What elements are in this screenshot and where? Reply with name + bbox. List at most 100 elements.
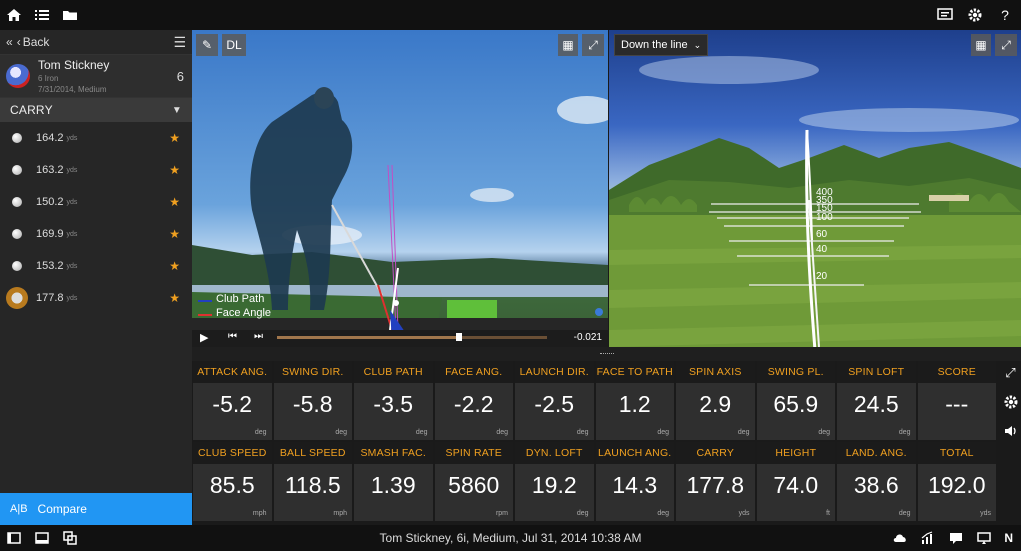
range-scene <box>609 56 1021 347</box>
metric-tile[interactable]: CLUB PATH -3.5 deg <box>354 361 433 440</box>
screen-share-icon[interactable] <box>976 530 992 546</box>
hamburger-menu-icon[interactable]: ☰ <box>173 34 186 51</box>
grid-layout-icon[interactable]: ▦ <box>971 34 991 56</box>
sidebar: « ‹ Back ☰ Tom Stickney 6 Iron 7/31/2014,… <box>0 30 192 525</box>
home-icon[interactable] <box>6 7 22 23</box>
session-status-text: Tom Stickney, 6i, Medium, Jul 31, 2014 1… <box>379 531 642 545</box>
fullscreen-icon[interactable]: ⤢ <box>582 34 604 56</box>
list-item[interactable]: 153.2 yds ★ <box>0 250 192 282</box>
pencil-draw-icon[interactable]: ✎ <box>196 34 218 56</box>
metric-tile[interactable]: DYN. LOFT 19.2 deg <box>515 442 594 521</box>
ball-icon <box>12 165 22 175</box>
presentation-icon[interactable] <box>937 7 953 23</box>
metric-tile[interactable]: SPIN AXIS 2.9 deg <box>676 361 755 440</box>
player-name: Tom Stickney <box>38 58 110 72</box>
time-readout: -0.021 <box>573 332 602 343</box>
legend-face-angle: Face Angle <box>216 307 272 319</box>
ab-compare-icon: A|B <box>10 503 28 515</box>
metrics-row: ATTACK ANG. -5.2 deg SWING DIR. -5.8 deg CLU… <box>193 361 996 440</box>
star-icon[interactable]: ★ <box>169 131 180 145</box>
metric-tile[interactable]: TOTAL 192.0 yds <box>917 442 996 521</box>
trajectory-sim-pane[interactable]: Down the line ⌄ ▦ ⤢ 400 350 150 100 60 4… <box>609 30 1021 347</box>
n-badge[interactable]: N <box>1004 531 1013 545</box>
metric-tile[interactable]: CLUB SPEED 85.5 mph <box>193 442 272 521</box>
player-club: 6 Iron <box>38 74 59 83</box>
dl-view-button[interactable]: DL <box>222 34 246 56</box>
panel-splitter[interactable] <box>192 347 1021 361</box>
gear-icon[interactable] <box>1003 394 1019 410</box>
swing-video-pane[interactable]: ✎ DL ▦ ⤢ Club Path Face Angle ▶ ⏮ ⏭ -0.0… <box>192 30 608 347</box>
ball-icon <box>12 261 22 271</box>
player-details: 7/31/2014, Medium <box>38 85 107 94</box>
metric-tile[interactable]: SWING PL. 65.9 deg <box>756 361 835 440</box>
single-view-icon[interactable] <box>6 530 22 546</box>
speaker-icon[interactable] <box>1003 423 1019 439</box>
shot-list: 164.2 yds ★ 163.2 yds ★ 150.2 yds ★ 169.9 yds ★ … <box>0 122 192 314</box>
distance-label: 60 <box>816 229 828 240</box>
metrics-row: CLUB SPEED 85.5 mph BALL SPEED 118.5 mph SMA… <box>193 442 996 521</box>
chevron-left-icon: ‹ <box>16 35 21 49</box>
ball-icon <box>6 287 28 309</box>
metric-tile[interactable]: CARRY 177.8 yds <box>676 442 755 521</box>
chart-stats-icon[interactable] <box>920 530 936 546</box>
metric-tile[interactable]: FACE ANG. -2.2 deg <box>434 361 513 440</box>
player-card[interactable]: Tom Stickney 6 Iron 7/31/2014, Medium 6 <box>0 54 192 98</box>
list-item[interactable]: 164.2 yds ★ <box>0 122 192 154</box>
top-toolbar: ? <box>0 0 1021 30</box>
play-icon[interactable]: ▶ <box>200 331 208 344</box>
carry-section-header[interactable]: CARRY ▼ <box>0 98 192 122</box>
step-forward-icon[interactable]: ⏭ <box>254 331 263 342</box>
ball-icon <box>12 197 22 207</box>
metric-tile[interactable]: SWING DIR. -5.8 deg <box>273 361 352 440</box>
cloud-upload-icon[interactable] <box>892 530 908 546</box>
star-icon[interactable]: ★ <box>169 259 180 273</box>
list-item[interactable]: 169.9 yds ★ <box>0 218 192 250</box>
list-item-selected[interactable]: 177.8 yds ★ <box>0 282 192 314</box>
skip-start-icon[interactable]: ⏮ <box>228 331 237 342</box>
shot-count: 6 <box>176 68 184 84</box>
distance-label: 20 <box>816 271 828 282</box>
grid-layout-icon[interactable]: ▦ <box>558 34 578 56</box>
list-icon[interactable] <box>34 7 50 23</box>
star-icon[interactable]: ★ <box>169 195 180 209</box>
back-button[interactable]: ‹ Back <box>17 35 50 49</box>
distance-label: 100 <box>816 212 833 223</box>
collapse-double-chevron-icon[interactable]: « <box>6 35 13 49</box>
view-select[interactable]: Down the line ⌄ <box>614 34 709 56</box>
status-bar: Tom Stickney, 6i, Medium, Jul 31, 2014 1… <box>0 525 1021 551</box>
gear-icon[interactable] <box>967 7 983 23</box>
fullscreen-icon[interactable]: ⤢ <box>1003 365 1019 381</box>
avatar <box>6 64 30 88</box>
drag-handle-icon <box>599 352 614 356</box>
compare-button[interactable]: A|B Compare <box>0 493 192 525</box>
metric-tile[interactable]: ATTACK ANG. -5.2 deg <box>193 361 272 440</box>
star-icon[interactable]: ★ <box>169 227 180 241</box>
metric-tile[interactable]: SPIN RATE 5860 rpm <box>434 442 513 521</box>
metric-tile[interactable]: SCORE --- <box>917 361 996 440</box>
metric-tile[interactable]: LAUNCH ANG. 14.3 deg <box>595 442 674 521</box>
metric-tile[interactable]: BALL SPEED 118.5 mph <box>273 442 352 521</box>
metric-tile[interactable]: FACE TO PATH 1.2 deg <box>595 361 674 440</box>
metric-tile[interactable]: SMASH FAC. 1.39 <box>354 442 433 521</box>
legend-club-path: Club Path <box>216 293 265 305</box>
star-icon[interactable]: ★ <box>169 163 180 177</box>
metric-tile[interactable]: SPIN LOFT 24.5 deg <box>837 361 916 440</box>
metrics-side-controls: ⤢ <box>1000 361 1021 439</box>
help-icon[interactable]: ? <box>997 7 1013 23</box>
fullscreen-icon[interactable]: ⤢ <box>995 34 1017 56</box>
sidebar-header: « ‹ Back ☰ <box>0 30 192 54</box>
list-item[interactable]: 150.2 yds ★ <box>0 186 192 218</box>
ball-icon <box>12 229 22 239</box>
split-view-icon[interactable] <box>34 530 50 546</box>
distance-label: 40 <box>816 244 828 255</box>
folder-icon[interactable] <box>62 7 78 23</box>
star-icon[interactable]: ★ <box>169 291 180 305</box>
ball-icon <box>12 133 22 143</box>
copy-windows-icon[interactable] <box>62 530 78 546</box>
list-item[interactable]: 163.2 yds ★ <box>0 154 192 186</box>
metrics-grid: ATTACK ANG. -5.2 deg SWING DIR. -5.8 deg CLU… <box>193 361 996 521</box>
metric-tile[interactable]: HEIGHT 74.0 ft <box>756 442 835 521</box>
comment-icon[interactable] <box>948 530 964 546</box>
metric-tile[interactable]: LAND. ANG. 38.6 deg <box>837 442 916 521</box>
metric-tile[interactable]: LAUNCH DIR. -2.5 deg <box>515 361 594 440</box>
